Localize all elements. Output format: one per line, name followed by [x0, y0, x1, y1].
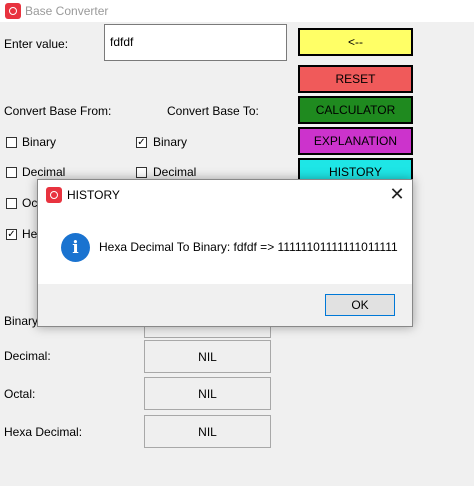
history-dialog: HISTORY ✕ i Hexa Decimal To Binary: fdfd…: [37, 179, 413, 327]
back-button[interactable]: <--: [298, 28, 413, 56]
app-icon: [5, 3, 21, 19]
ok-button[interactable]: OK: [325, 294, 395, 316]
calculator-button[interactable]: CALCULATOR: [298, 96, 413, 124]
from-hexa-label: He: [22, 227, 38, 241]
close-icon[interactable]: ✕: [387, 184, 407, 204]
value-input[interactable]: [104, 24, 287, 61]
from-hexa-checkbox[interactable]: ✓: [6, 229, 17, 240]
to-decimal-checkbox[interactable]: [136, 167, 147, 178]
from-octal-checkbox[interactable]: [6, 198, 17, 209]
convert-from-label: Convert Base From:: [4, 104, 112, 118]
window-title: Base Converter: [25, 4, 109, 18]
dialog-app-icon: [46, 187, 62, 203]
from-binary-checkbox[interactable]: [6, 137, 17, 148]
hexa-result-box: NIL: [144, 415, 271, 448]
window-titlebar: Base Converter: [0, 0, 474, 22]
dialog-body: i Hexa Decimal To Binary: fdfdf => 11111…: [38, 209, 412, 284]
enter-value-label: Enter value:: [4, 37, 69, 51]
octal-result-box: NIL: [144, 377, 271, 410]
explanation-button[interactable]: EXPLANATION: [298, 127, 413, 155]
convert-to-label: Convert Base To:: [167, 104, 259, 118]
to-binary-checkbox[interactable]: ✓: [136, 137, 147, 148]
from-decimal-checkbox[interactable]: [6, 167, 17, 178]
decimal-result-box: NIL: [144, 340, 271, 373]
from-decimal-label: Decimal: [22, 165, 66, 179]
reset-button[interactable]: RESET: [298, 65, 413, 93]
dialog-message: Hexa Decimal To Binary: fdfdf => 1111110…: [99, 240, 398, 254]
info-icon: i: [61, 233, 90, 262]
hexa-result-label: Hexa Decimal:: [4, 425, 83, 439]
decimal-result-label: Decimal:: [4, 349, 51, 363]
dialog-titlebar: HISTORY ✕: [38, 180, 412, 209]
binary-result-label: Binary:: [4, 314, 42, 328]
to-binary-label: Binary: [153, 135, 188, 149]
to-decimal-label: Decimal: [153, 165, 197, 179]
octal-result-label: Octal:: [4, 387, 36, 401]
dialog-title: HISTORY: [67, 188, 120, 202]
from-binary-label: Binary: [22, 135, 57, 149]
